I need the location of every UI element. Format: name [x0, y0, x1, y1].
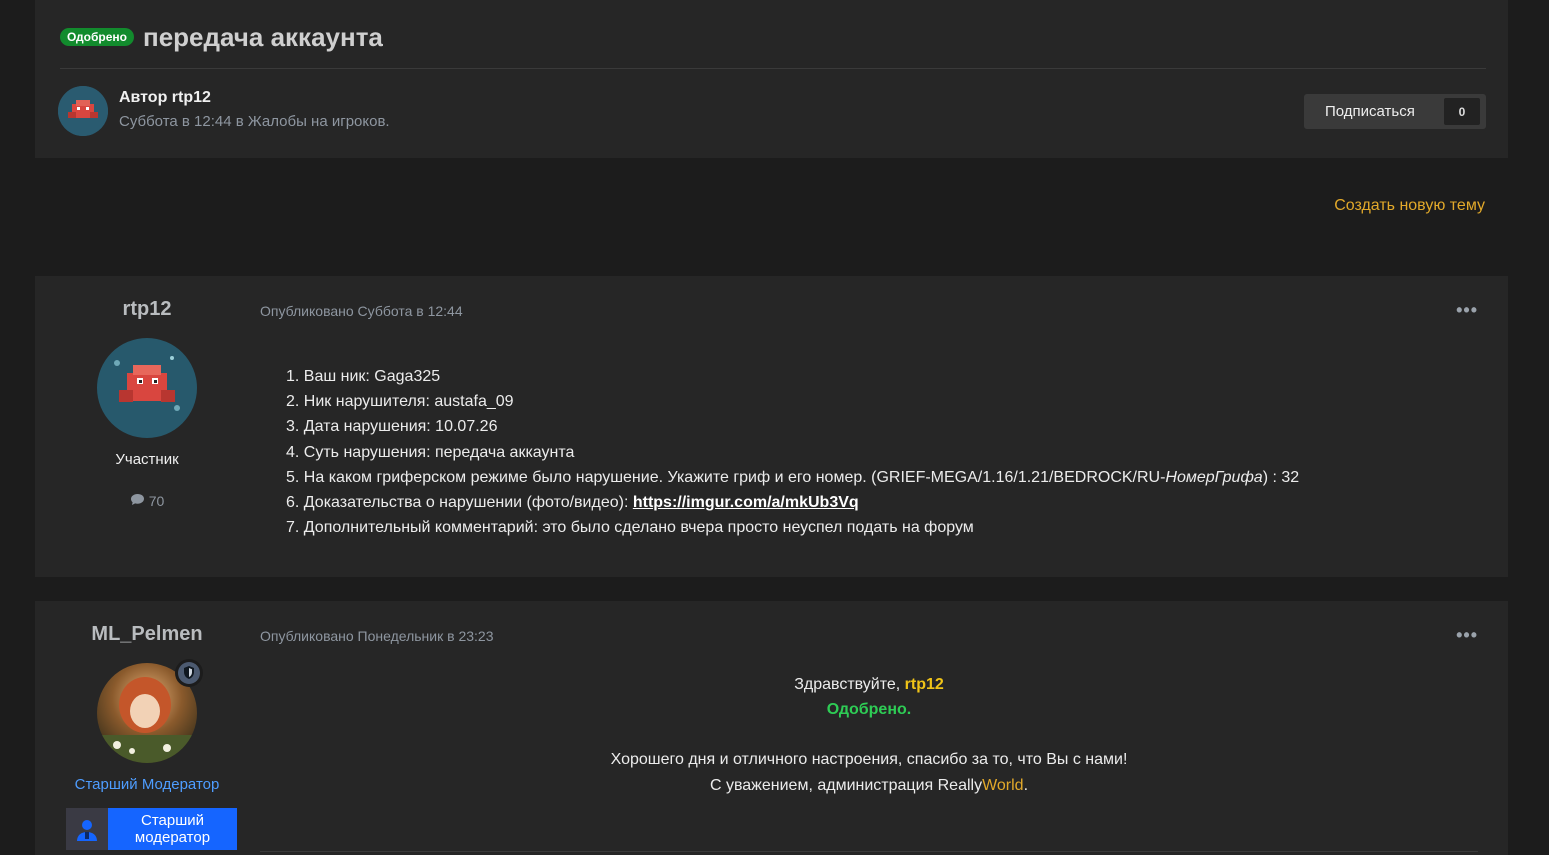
comment-icon [130, 493, 145, 509]
greeting-text: Здравствуйте, [794, 676, 905, 693]
status-badge: Одобрено [60, 28, 134, 46]
shield-icon [175, 659, 203, 687]
avatar[interactable] [97, 659, 203, 763]
more-icon[interactable]: ••• [1456, 625, 1478, 646]
post-author-column: ML_Pelmen Старший Модератор [35, 623, 259, 793]
post-body: Здравствуйте, rtp12 Одобрено. Хорошего д… [260, 672, 1478, 798]
moderator-icon [66, 808, 108, 850]
post-author-name[interactable]: ML_Pelmen [35, 623, 259, 646]
topic-title-row: Одобрено передача аккаунта [60, 20, 383, 54]
signature-prefix: С уважением, администрация Really [709, 776, 983, 794]
topic-meta: Суббота в 12:44 в Жалобы на игроков. [119, 113, 390, 130]
post-date[interactable]: Опубликовано Понедельник в 23:23 [260, 628, 494, 644]
list-item-tail: ) : 32 [1262, 468, 1300, 486]
brand-world: World [982, 776, 1024, 794]
list-item: 5. На каком гриферском режиме было наруш… [286, 465, 1299, 490]
author-line[interactable]: Автор rtp12 [119, 89, 390, 107]
list-item: 4. Суть нарушения: передача аккаунта [286, 443, 575, 461]
closing-line: Хорошего дня и отличного настроения, спа… [610, 751, 1128, 769]
post-author-name[interactable]: rtp12 [35, 298, 259, 321]
signature-suffix: . [1023, 776, 1029, 794]
more-icon[interactable]: ••• [1456, 300, 1478, 321]
user-role: Старший Модератор [74, 776, 220, 793]
greeting-line: Здравствуйте, rtp12 [260, 672, 1478, 697]
post-body: 1. Ваш ник: Gaga325 2. Ник нарушителя: a… [286, 364, 1299, 540]
post-author-column: rtp12 Участник 70 [35, 298, 259, 509]
page-title: передача аккаунта [142, 21, 383, 52]
divider [60, 68, 1486, 69]
moderator-badge-label: Старший модератор [108, 808, 237, 850]
post: rtp12 Участник 70 Опубликовано Суббота в… [35, 276, 1508, 577]
list-item-text: 6. Доказательства о нарушении (фото/виде… [286, 494, 633, 512]
avatar[interactable] [97, 338, 197, 438]
post: ML_Pelmen Старший Модератор Старший моде… [35, 601, 1508, 855]
topic-author: Автор rtp12 Суббота в 12:44 в Жалобы на … [58, 86, 390, 136]
post-count-value: 70 [148, 493, 165, 509]
follow-count: 0 [1444, 98, 1480, 125]
user-role: Участник [115, 451, 179, 468]
list-item: 1. Ваш ник: Gaga325 [286, 368, 441, 385]
topic-header: Одобрено передача аккаунта Автор rtp12 С… [35, 0, 1508, 158]
follow-button[interactable]: Подписаться 0 [1304, 94, 1486, 129]
divider [260, 851, 1478, 852]
signature-line: С уважением, администрация ReallyWorld. [260, 773, 1478, 798]
post-date[interactable]: Опубликовано Суббота в 12:44 [260, 303, 463, 319]
list-item-italic: НомерГрифа [1165, 468, 1263, 486]
follow-label: Подписаться [1325, 103, 1415, 120]
list-item-text: 5. На каком гриферском режиме было наруш… [286, 468, 1166, 486]
moderator-badge: Старший модератор [66, 808, 237, 850]
list-item: 2. Ник нарушителя: austafa_09 [286, 393, 514, 411]
verdict: Одобрено. [826, 701, 912, 719]
create-topic-link[interactable]: Создать новую тему [1334, 197, 1485, 215]
list-item: 3. Дата нарушения: 10.07.26 [286, 418, 498, 436]
avatar[interactable] [58, 86, 108, 136]
list-item: 7. Дополнительный комментарий: это было … [286, 519, 974, 537]
proof-link[interactable]: https://imgur.com/a/mkUb3Vq [633, 494, 859, 511]
mentioned-user[interactable]: rtp12 [905, 676, 944, 693]
post-count: 70 [35, 493, 259, 509]
list-item: 6. Доказательства о нарушении (фото/виде… [286, 490, 1299, 515]
